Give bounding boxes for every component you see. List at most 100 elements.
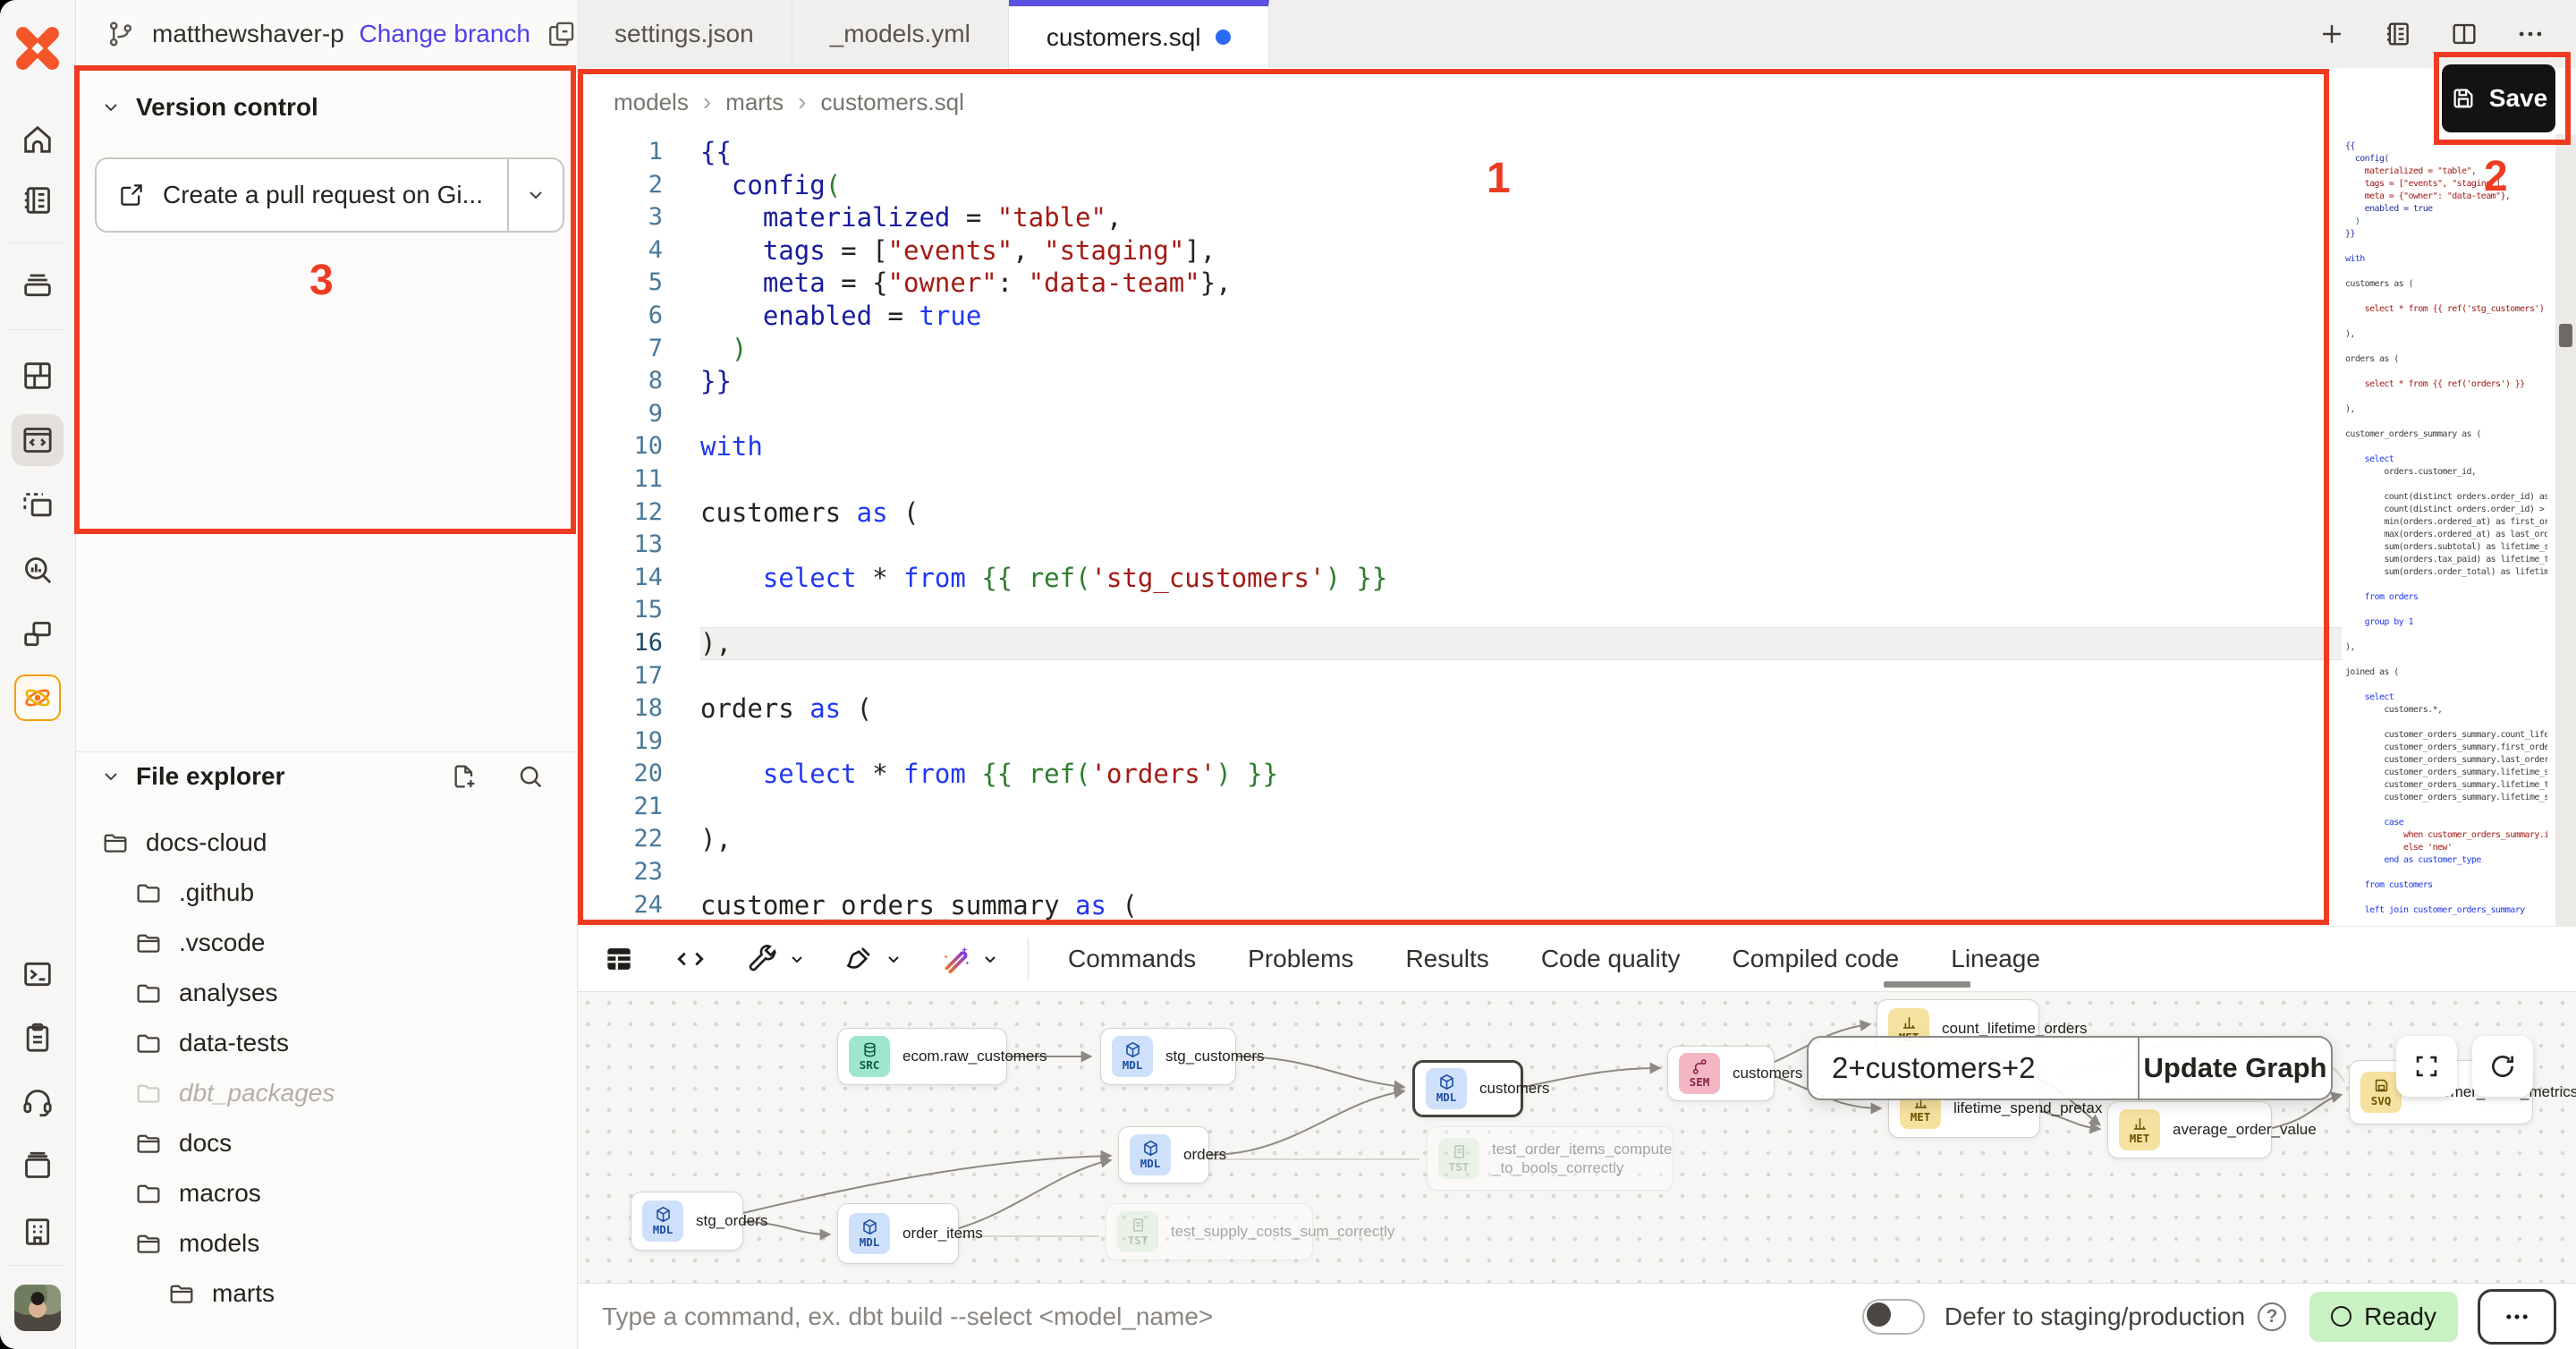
table-tool-icon[interactable] — [602, 942, 636, 976]
lineage-node-stg-customers[interactable]: MDLstg_customers — [1100, 1028, 1236, 1085]
fullscreen-button[interactable] — [2396, 1036, 2457, 1097]
create-pr-button[interactable]: Create a pull request on Gi... — [95, 157, 564, 233]
tree-item-analyses[interactable]: analyses — [75, 968, 577, 1018]
tree-item-docs[interactable]: docs — [75, 1118, 577, 1168]
code-line-1[interactable]: 1{{ — [577, 136, 2342, 169]
chevron-down-icon[interactable] — [979, 948, 1001, 970]
more-actions-button[interactable] — [2478, 1289, 2556, 1345]
panel-tab-problems[interactable]: Problems — [1248, 945, 1353, 973]
file-explorer-header[interactable]: File explorer — [100, 762, 285, 791]
help-icon[interactable]: ? — [2258, 1302, 2286, 1331]
tree-item--vscode[interactable]: .vscode — [75, 918, 577, 968]
code-line-4[interactable]: 4 tags = ["events", "staging"], — [577, 234, 2342, 267]
rail-notebook-icon[interactable] — [20, 182, 55, 218]
defer-toggle[interactable] — [1862, 1299, 1925, 1335]
chevron-down-icon[interactable] — [883, 948, 904, 970]
code-line-21[interactable]: 21 — [577, 791, 2342, 824]
split-view-icon[interactable] — [2449, 19, 2479, 49]
code-line-3[interactable]: 3 materialized = "table", — [577, 201, 2342, 234]
code-line-7[interactable]: 7 ) — [577, 333, 2342, 366]
rail-headset-icon[interactable] — [20, 1084, 55, 1120]
create-pr-dropdown[interactable] — [509, 159, 563, 231]
rail-code-icon[interactable] — [12, 414, 64, 466]
search-icon[interactable] — [516, 762, 545, 791]
rail-building-icon[interactable] — [20, 1214, 55, 1250]
rail-book-icon[interactable] — [20, 1148, 55, 1184]
tree-item-models[interactable]: models — [75, 1218, 577, 1268]
lineage-node-test-order-items[interactable]: TSTtest_order_items_compute _to_bools_co… — [1427, 1126, 1674, 1191]
code-line-11[interactable]: 11 — [577, 463, 2342, 496]
code-line-15[interactable]: 15 — [577, 594, 2342, 627]
lineage-node-order-items[interactable]: MDLorder_items — [837, 1203, 959, 1264]
chevron-down-icon[interactable] — [786, 948, 808, 970]
code-editor[interactable]: models›marts›customers.sql 1{{2 config(3… — [577, 68, 2576, 926]
command-input[interactable] — [577, 1302, 1862, 1332]
code-area[interactable]: 1{{2 config(3 materialized = "table",4 t… — [577, 136, 2342, 921]
tree-item-marts[interactable]: marts — [75, 1268, 577, 1319]
lineage-node-raw-customers[interactable]: SRCecom.raw_customers — [837, 1028, 1007, 1085]
lineage-node-orders[interactable]: MDLorders — [1118, 1126, 1209, 1184]
code-line-14[interactable]: 14 select * from {{ ref('stg_customers')… — [577, 562, 2342, 595]
panel-tab-compiled-code[interactable]: Compiled code — [1732, 945, 1899, 973]
code-line-16[interactable]: 16), — [577, 627, 2342, 660]
wand-tool-icon[interactable] — [938, 942, 972, 976]
save-button[interactable]: Save — [2442, 64, 2555, 132]
rail-frame-icon[interactable] — [20, 488, 55, 523]
version-control-header[interactable]: Version control — [100, 93, 318, 122]
code-line-22[interactable]: 22), — [577, 823, 2342, 856]
minimap[interactable]: {{ config( materialized = "table", tags … — [2345, 140, 2547, 919]
lineage-node-average-order-value[interactable]: METaverage_order_value — [2107, 1101, 2272, 1158]
refresh-button[interactable] — [2472, 1036, 2533, 1097]
scrollbar-thumb[interactable] — [2559, 324, 2572, 347]
add-tab-icon[interactable] — [2317, 19, 2347, 49]
rail-atom-icon[interactable] — [14, 674, 61, 721]
code-line-8[interactable]: 8}} — [577, 365, 2342, 398]
code-line-5[interactable]: 5 meta = {"owner": "data-team"}, — [577, 267, 2342, 300]
tree-item-dbt_packages[interactable]: dbt_packages — [75, 1068, 577, 1118]
code-slash-tool-icon[interactable] — [674, 942, 708, 976]
panel-tab-commands[interactable]: Commands — [1068, 945, 1196, 973]
tree-item--github[interactable]: .github — [75, 868, 577, 918]
code-line-12[interactable]: 12customers as ( — [577, 496, 2342, 530]
selector-input[interactable]: 2+customers+2 — [1809, 1038, 2140, 1099]
breadcrumb-item[interactable]: models — [614, 89, 689, 116]
tab-customers-sql[interactable]: customers.sql — [1009, 0, 1269, 68]
outline-icon[interactable] — [2383, 19, 2413, 49]
code-line-9[interactable]: 9 — [577, 398, 2342, 431]
code-line-2[interactable]: 2 config( — [577, 169, 2342, 202]
tab-_models-yml[interactable]: _models.yml — [792, 0, 1009, 68]
code-line-17[interactable]: 17 — [577, 660, 2342, 693]
lineage-canvas[interactable]: SRCecom.raw_customers MDLstg_customers MDL… — [577, 992, 2576, 1283]
dbt-logo-icon[interactable] — [13, 23, 63, 73]
code-line-19[interactable]: 19 — [577, 725, 2342, 759]
code-line-10[interactable]: 10with — [577, 430, 2342, 463]
rail-home-icon[interactable] — [20, 122, 55, 157]
panel-tab-code-quality[interactable]: Code quality — [1541, 945, 1681, 973]
tab-settings-json[interactable]: settings.json — [577, 0, 792, 68]
code-line-24[interactable]: 24customer_orders_summary as ( — [577, 889, 2342, 922]
lineage-node-stg-orders[interactable]: MDLstg_orders — [631, 1192, 743, 1251]
wrench-tool-icon[interactable] — [745, 942, 779, 976]
code-line-23[interactable]: 23 — [577, 856, 2342, 889]
tree-item-docs-cloud[interactable]: docs-cloud — [75, 818, 577, 868]
change-branch-link[interactable]: Change branch — [360, 20, 530, 48]
breadcrumb-item[interactable]: customers.sql — [820, 89, 963, 116]
code-line-13[interactable]: 13 — [577, 529, 2342, 562]
tree-item-macros[interactable]: macros — [75, 1168, 577, 1218]
panel-tab-results[interactable]: Results — [1405, 945, 1488, 973]
create-pr-button-main[interactable]: Create a pull request on Gi... — [97, 159, 509, 231]
broom-tool-icon[interactable] — [842, 942, 876, 976]
code-line-6[interactable]: 6 enabled = true — [577, 300, 2342, 333]
update-graph-button[interactable]: Update Graph — [2140, 1038, 2331, 1099]
panel-tab-lineage[interactable]: Lineage — [1951, 945, 2040, 973]
rail-search-chart-icon[interactable] — [20, 552, 55, 588]
tree-item-data-tests[interactable]: data-tests — [75, 1018, 577, 1068]
rail-drawers-icon[interactable] — [20, 267, 55, 302]
code-line-18[interactable]: 18orders as ( — [577, 692, 2342, 725]
rail-terminal-icon[interactable] — [20, 956, 55, 992]
rail-dashboard-icon[interactable] — [20, 358, 55, 394]
more-options-icon[interactable] — [2515, 19, 2546, 49]
lineage-node-customers-model[interactable]: MDLcustomers — [1412, 1060, 1523, 1117]
rail-clipboard-icon[interactable] — [20, 1020, 55, 1056]
lineage-node-customers-sem[interactable]: SEMcustomers — [1667, 1046, 1775, 1101]
